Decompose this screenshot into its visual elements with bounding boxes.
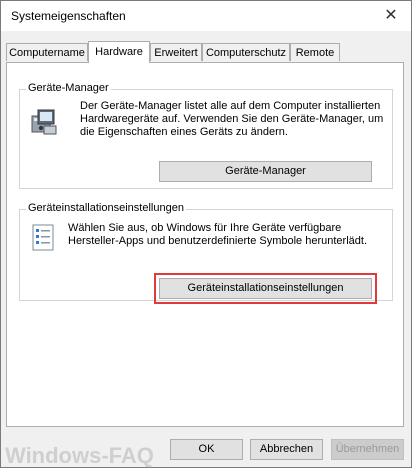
device-installation-settings-button[interactable]: Geräteinstallationseinstellungen [154, 273, 377, 304]
close-icon[interactable]: ✕ [381, 6, 401, 26]
tab-computername[interactable]: Computername [6, 43, 88, 61]
device-manager-icon [30, 108, 58, 136]
tab-computerschutz[interactable]: Computerschutz [202, 43, 290, 61]
tab-hardware[interactable]: Hardware [88, 41, 150, 63]
system-properties-window: Systemeigenschaften ✕ Computername Hardw… [0, 0, 412, 468]
device-manager-group: Geräte-Manager Der Geräte-Manager listet… [19, 82, 393, 189]
apply-button[interactable]: Übernehmen [331, 439, 404, 460]
tab-erweitert[interactable]: Erweitert [150, 43, 202, 61]
device-installation-group-label: Geräteinstallationseinstellungen [26, 202, 186, 214]
window-title: Systemeigenschaften [11, 9, 126, 23]
device-installation-description: Wählen Sie aus, ob Windows für Ihre Gerä… [68, 222, 367, 247]
device-manager-group-label: Geräte-Manager [26, 82, 111, 94]
cancel-button[interactable]: Abbrechen [250, 439, 323, 460]
ok-button[interactable]: OK [170, 439, 243, 460]
title-bar[interactable]: Systemeigenschaften ✕ [1, 1, 411, 31]
checklist-icon [30, 224, 56, 252]
watermark-text: Windows-FAQ [5, 443, 154, 468]
device-manager-description: Der Geräte-Manager listet alle auf dem C… [80, 100, 384, 138]
tab-remote[interactable]: Remote [290, 43, 340, 61]
device-installation-group: Geräteinstallationseinstellungen Wählen … [19, 202, 393, 304]
hardware-tab-page: Geräte-Manager Der Geräte-Manager listet… [6, 62, 404, 427]
device-manager-button[interactable]: Geräte-Manager [159, 161, 372, 182]
